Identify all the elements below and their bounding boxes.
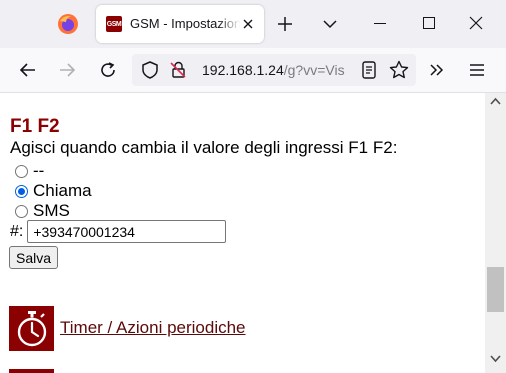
tab-close-icon[interactable]: [239, 15, 257, 33]
scroll-up-arrow-icon[interactable]: [490, 97, 501, 105]
section-title: F1 F2: [10, 116, 60, 137]
maximize-icon[interactable]: [423, 17, 435, 29]
next-section-icon: [9, 369, 54, 373]
phone-number-input[interactable]: [27, 220, 227, 243]
radio-option-chiama[interactable]: Chiama: [15, 181, 92, 201]
save-button[interactable]: Salva: [9, 246, 59, 269]
bookmark-star-icon[interactable]: [388, 59, 410, 81]
minimize-icon[interactable]: [374, 23, 386, 24]
tab-title: GSM - Impostazioni: [130, 16, 240, 31]
overflow-chevrons-icon[interactable]: [426, 59, 448, 81]
gsm-favicon-icon: GSM: [106, 16, 122, 32]
insecure-lock-icon[interactable]: [169, 61, 187, 79]
radio-button-checked[interactable]: [15, 184, 28, 198]
forward-arrow-icon[interactable]: [56, 59, 78, 81]
radio-option-none[interactable]: --: [15, 161, 44, 181]
timer-link[interactable]: Timer / Azioni periodiche: [60, 318, 246, 338]
url-host: 192.168.1.24: [202, 62, 284, 78]
radio-label: SMS: [33, 201, 70, 220]
hamburger-menu-icon[interactable]: [466, 59, 488, 81]
radio-label: --: [33, 161, 45, 180]
question-text: Agisci quando cambia il valore degli ing…: [10, 138, 398, 157]
scrollbar-thumb[interactable]: [487, 267, 504, 312]
shield-icon[interactable]: [141, 61, 159, 79]
chevron-down-icon[interactable]: [322, 16, 338, 32]
scroll-down-arrow-icon[interactable]: [490, 355, 501, 363]
radio-option-sms[interactable]: SMS: [15, 201, 70, 221]
url-path: /g?vv=Vis: [283, 62, 345, 78]
reader-view-icon[interactable]: [358, 59, 380, 81]
stopwatch-icon[interactable]: [9, 306, 54, 351]
phone-label: #:: [10, 222, 24, 240]
scrollbar[interactable]: [485, 93, 506, 373]
radio-button[interactable]: [15, 164, 28, 178]
reload-icon[interactable]: [97, 59, 119, 81]
radio-button[interactable]: [15, 204, 28, 218]
radio-label: Chiama: [33, 181, 92, 200]
active-tab[interactable]: GSM GSM - Impostazioni: [96, 5, 264, 43]
firefox-icon[interactable]: [57, 13, 79, 35]
window-close-icon[interactable]: [469, 16, 483, 30]
url-text[interactable]: 192.168.1.24/g?vv=Vis: [202, 62, 345, 78]
navigation-bar: 192.168.1.24/g?vv=Vis: [0, 48, 506, 93]
phone-row: #:: [10, 220, 227, 243]
back-arrow-icon[interactable]: [17, 59, 39, 81]
new-tab-icon[interactable]: [276, 15, 294, 33]
page-content: F1 F2 Agisci quando cambia il valore deg…: [0, 93, 485, 373]
favicon-text: GSM: [106, 20, 122, 28]
tab-strip: GSM GSM - Impostazioni: [0, 0, 506, 48]
